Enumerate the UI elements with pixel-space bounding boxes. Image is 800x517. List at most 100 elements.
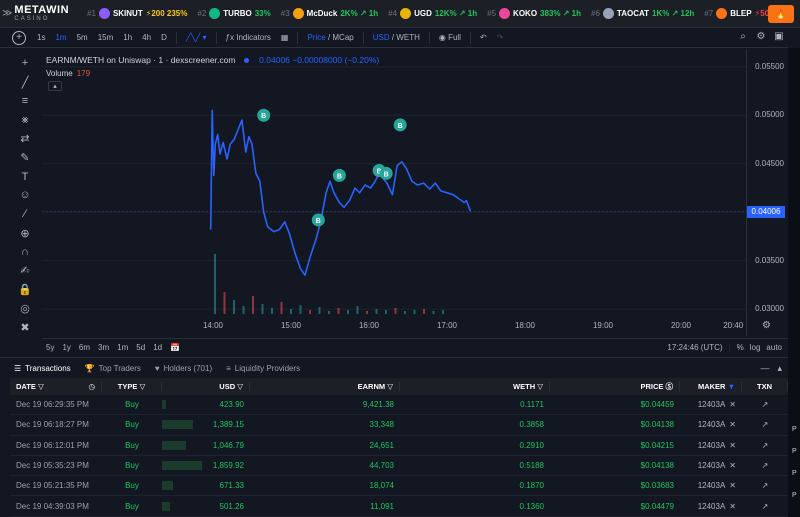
interval-4h[interactable]: 4h xyxy=(137,33,156,42)
buy-marker[interactable]: B xyxy=(379,166,393,180)
text-icon[interactable]: T xyxy=(22,167,29,186)
col-earnm[interactable]: EARNM ▽ xyxy=(250,382,400,391)
filter-icon[interactable]: ▽ xyxy=(387,382,393,391)
filter-maker-icon[interactable]: ✕ xyxy=(729,420,736,429)
buy-marker[interactable]: B xyxy=(311,213,325,227)
axis-settings-icon[interactable]: ⚙ xyxy=(762,320,771,331)
currency-icon[interactable]: Ⓢ xyxy=(666,382,674,391)
undo-icon[interactable]: ↶ xyxy=(475,33,492,42)
filter-icon[interactable]: ▽ xyxy=(139,382,145,391)
open-link-icon[interactable]: ↗ xyxy=(762,502,769,511)
collapse-legend-button[interactable]: ▴ xyxy=(48,81,62,91)
price-chart[interactable]: BBBB BB xyxy=(42,49,746,336)
maker-address[interactable]: 12403A xyxy=(698,420,726,429)
interval-15m[interactable]: 15m xyxy=(93,33,119,42)
brush-icon[interactable]: ✎ xyxy=(20,148,29,167)
eye-hide-icon[interactable]: ◎ xyxy=(20,299,30,318)
filter-maker-icon[interactable]: ✕ xyxy=(729,441,736,450)
layouts-icon[interactable]: ▦ xyxy=(276,33,294,42)
magnet-icon[interactable]: ∩ xyxy=(21,243,29,262)
currency-toggle[interactable]: USD / WETH xyxy=(368,33,425,42)
lock-drawings-icon[interactable]: ✍ xyxy=(20,261,29,280)
range-5y[interactable]: 5y xyxy=(42,343,58,352)
ticker-item-skinut[interactable]: #1 SKINUT ⚡200 235% xyxy=(87,8,187,19)
time-axis[interactable]: 14:00 15:00 16:00 17:00 18:00 19:00 20:00 20:40 xyxy=(42,318,746,336)
range-5d[interactable]: 5d xyxy=(132,343,149,352)
tab-transactions[interactable]: ☰ Transactions xyxy=(14,364,71,373)
expand-icon[interactable]: ▴ xyxy=(777,363,782,374)
maker-address[interactable]: 12403A xyxy=(698,441,726,450)
lock-icon[interactable]: 🔒 xyxy=(18,280,32,299)
price-axis[interactable]: 0.055000.050000.045000.040000.035000.030… xyxy=(746,49,788,336)
fib-icon[interactable]: ⇄ xyxy=(20,129,29,148)
interval-1s[interactable]: 1s xyxy=(32,33,50,42)
interval-1m[interactable]: 1m xyxy=(50,33,71,42)
buy-marker[interactable]: B xyxy=(332,168,346,182)
price-series-line[interactable] xyxy=(209,109,472,276)
clock-icon[interactable]: ◷ xyxy=(88,382,95,391)
log-toggle[interactable]: log xyxy=(750,343,761,352)
maker-address[interactable]: 12403A xyxy=(698,461,726,470)
utc-clock[interactable]: 17:24:46 (UTC) xyxy=(667,343,722,352)
chevrons-icon[interactable]: ≫ xyxy=(0,8,14,19)
range-3m[interactable]: 3m xyxy=(94,343,113,352)
auto-toggle[interactable]: auto xyxy=(766,343,782,352)
goto-date-icon[interactable]: 📅 xyxy=(166,343,184,352)
indicators-button[interactable]: ƒx Indicators xyxy=(221,33,276,42)
price-mcap-toggle[interactable]: Price / MCap xyxy=(302,33,358,42)
col-usd[interactable]: USD ▽ xyxy=(162,382,250,391)
filter-icon[interactable]: ▽ xyxy=(537,382,543,391)
add-symbol-icon[interactable]: + xyxy=(12,30,26,45)
horizontal-lines-icon[interactable]: ≡ xyxy=(22,92,28,111)
open-link-icon[interactable]: ↗ xyxy=(762,400,769,409)
range-1y[interactable]: 1y xyxy=(58,343,74,352)
tab-top-traders[interactable]: 🏆 Top Traders xyxy=(85,364,141,373)
ticker-item-koko[interactable]: #5 KOKO 383% ↗ 1h xyxy=(487,8,581,19)
col-price[interactable]: PRICE Ⓢ xyxy=(550,381,680,392)
open-link-icon[interactable]: ↗ xyxy=(762,420,769,429)
table-row[interactable]: Dec 19 04:39:03 PM Buy 501.26 11,091 0.1360 $… xyxy=(10,496,788,517)
chart-type-icon[interactable]: ╱╲╱ ▾ xyxy=(181,33,212,42)
interval-5m[interactable]: 5m xyxy=(72,33,93,42)
table-row[interactable]: Dec 19 05:35:23 PM Buy 1,859.92 44,703 0.518… xyxy=(10,455,788,477)
buy-marker[interactable]: B xyxy=(257,108,271,122)
filter-maker-icon[interactable]: ✕ xyxy=(729,502,736,511)
ruler-icon[interactable]: ∕ xyxy=(24,205,26,224)
trash-icon[interactable]: ✖ xyxy=(20,318,29,337)
open-link-icon[interactable]: ↗ xyxy=(762,461,769,470)
col-maker[interactable]: MAKER ▼ xyxy=(680,382,742,391)
pitchfork-icon[interactable]: ⨳ xyxy=(22,111,29,130)
maker-address[interactable]: 12403A xyxy=(698,481,726,490)
redo-icon[interactable]: ↷ xyxy=(492,33,509,42)
tab-liquidity-providers[interactable]: ≡ Liquidity Providers xyxy=(226,364,300,373)
table-row[interactable]: Dec 19 06:18:27 PM Buy 1,389.15 33,348 0.385… xyxy=(10,415,788,436)
full-button[interactable]: ◉ Full xyxy=(434,33,466,42)
ticker-item-mcduck[interactable]: #3 McDuck 2K% ↗ 1h xyxy=(281,8,378,19)
metawin-ad-logo[interactable]: METAWIN CASINO xyxy=(14,5,69,23)
table-row[interactable]: Dec 19 06:12:01 PM Buy 1,046.79 24,651 0.291… xyxy=(10,435,788,456)
fire-button[interactable]: 🔥 xyxy=(768,5,794,23)
minimize-icon[interactable]: — xyxy=(760,363,769,374)
filter-maker-icon[interactable]: ✕ xyxy=(729,461,736,470)
search-icon[interactable]: ⌕ xyxy=(734,31,752,42)
tab-holders[interactable]: ♥ Holders (701) xyxy=(155,364,212,373)
open-link-icon[interactable]: ↗ xyxy=(762,481,769,490)
interval-D[interactable]: D xyxy=(156,33,172,42)
interval-1h[interactable]: 1h xyxy=(118,33,137,42)
ticker-item-ugd[interactable]: #4 UGD 12K% ↗ 1h xyxy=(388,8,477,19)
ticker-item-taocat[interactable]: #6 TAOCAT 1K% ↗ 12h xyxy=(591,8,694,19)
col-date[interactable]: DATE ▽ ◷ xyxy=(10,382,102,391)
emoji-icon[interactable]: ☺ xyxy=(19,186,30,205)
table-row[interactable]: Dec 19 06:29:35 PM Buy 423.90 9,421.38 0.117… xyxy=(10,395,788,416)
open-link-icon[interactable]: ↗ xyxy=(762,441,769,450)
col-type[interactable]: TYPE ▽ xyxy=(102,382,162,391)
settings-icon[interactable]: ⚙ xyxy=(752,31,770,42)
camera-icon[interactable]: ▣ xyxy=(770,31,788,42)
col-weth[interactable]: WETH ▽ xyxy=(400,382,550,391)
filter-maker-icon[interactable]: ✕ xyxy=(729,481,736,490)
maker-address[interactable]: 12403A xyxy=(698,502,726,511)
range-1d[interactable]: 1d xyxy=(149,343,166,352)
trend-line-icon[interactable]: ╱ xyxy=(22,73,29,92)
range-6m[interactable]: 6m xyxy=(75,343,94,352)
filter-active-icon[interactable]: ▼ xyxy=(728,382,735,391)
